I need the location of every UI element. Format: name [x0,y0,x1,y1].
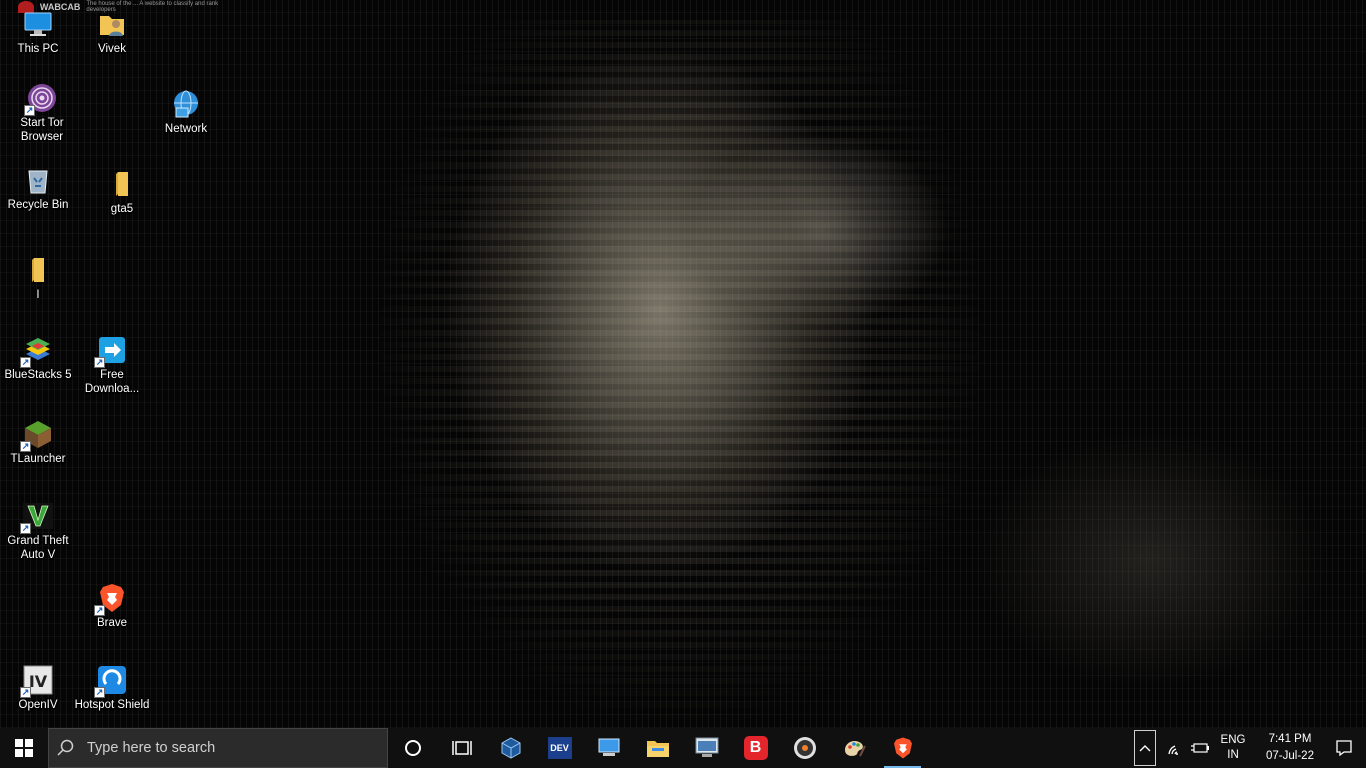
bandicam-icon: B [743,736,768,760]
hotspot-shield-icon: ↗ [94,664,128,698]
desktop-icon-recycle-bin[interactable]: Recycle Bin [0,164,76,212]
shortcut-arrow-icon: ↗ [20,687,31,698]
battery-plug-icon [1191,743,1209,753]
clock-time: 7:41 PM [1268,733,1312,745]
icon-label: Vivek [98,43,126,55]
icon-label: TLauncher [10,453,66,465]
icon-label: BlueStacks 5 [4,369,72,381]
shortcut-arrow-icon: ↗ [94,687,105,698]
remote-desktop-icon [695,737,718,757]
network-icon [170,88,202,120]
icon-label: Free Downloa... [84,369,140,395]
taskbar-remote-desktop[interactable] [682,728,731,768]
tlauncher-icon: ↗ [20,418,54,452]
input-language-button[interactable]: ENG IN [1212,733,1254,763]
desktop-icon-network[interactable]: Network [148,88,224,136]
taskbar-this-pc[interactable] [584,728,633,768]
taskbar: Type here to search DEV B ENG IN 7:41 PM… [0,728,1366,768]
taskbar-file-explorer[interactable] [633,728,682,768]
network-status-button[interactable] [1164,728,1188,768]
show-hidden-icons-button[interactable] [1134,730,1156,766]
desktop-icon-bluestacks[interactable]: ↗ BlueStacks 5 [0,334,76,382]
desktop-icon-free-download-manager[interactable]: ↗ Free Downloa... [74,334,150,396]
taskbar-brave[interactable] [878,728,927,768]
system-tray: ENG IN 7:41 PM 07-Jul-22 [1134,728,1366,768]
brave-icon: ↗ [94,582,128,616]
icon-label: gta5 [110,203,134,215]
icon-label: Recycle Bin [7,199,69,211]
desktop-icon-brave[interactable]: ↗ Brave [74,582,150,630]
openiv-icon: IV ↗ [20,664,54,698]
free-download-manager-icon: ↗ [94,334,128,368]
icon-label: I [36,289,40,301]
taskbar-bandicam[interactable]: B [731,728,780,768]
brave-icon [893,737,912,759]
icon-label: Hotspot Shield [74,699,150,711]
file-explorer-icon [646,741,669,757]
icon-label: Network [164,123,208,135]
desktop-icon-gta5-folder[interactable]: gta5 [84,168,160,216]
computer-icon [598,738,619,756]
taskbar-paint[interactable] [829,728,878,768]
shortcut-arrow-icon: ↗ [20,357,31,368]
gta-v-icon: ↗ [20,500,54,534]
folder-icon [22,254,54,286]
svg-text:IV: IV [29,672,48,691]
clock-date: 07-Jul-22 [1266,750,1314,762]
wifi-icon [1168,745,1178,755]
user-folder-icon [96,8,128,40]
language-code: ENG [1220,734,1246,746]
shortcut-arrow-icon: ↗ [20,523,31,534]
tor-browser-icon: ↗ [24,82,58,116]
icon-label: Brave [96,617,128,629]
clock-button[interactable]: 7:41 PM 07-Jul-22 [1258,731,1322,765]
virtualbox-icon [501,737,520,759]
shortcut-arrow-icon: ↗ [94,605,105,616]
search-placeholder: Type here to search [87,740,216,756]
start-button[interactable] [0,728,48,768]
icon-label: Start Tor Browser [20,117,64,143]
desktop-icon-hotspot-shield[interactable]: ↗ Hotspot Shield [74,664,150,712]
chevron-up-icon [1139,745,1151,752]
paint-icon [844,740,866,757]
notification-icon [1336,740,1352,757]
action-center-button[interactable] [1322,728,1366,768]
desktop-icon-tor-browser[interactable]: ↗ Start Tor Browser [4,82,80,144]
shortcut-arrow-icon: ↗ [94,357,105,368]
taskbar-dev-cpp[interactable]: DEV [535,728,584,768]
windows-logo-icon [15,739,33,757]
desktop-icon-i-folder[interactable]: I [0,254,76,302]
binary-face-artwork [380,20,980,720]
folder-icon [106,168,138,200]
taskbar-media-player[interactable] [780,728,829,768]
desktop-icon-this-pc[interactable]: This PC [0,8,76,56]
taskbar-task-view[interactable] [437,728,486,768]
taskbar-cortana[interactable] [388,728,437,768]
bluestacks-icon: ↗ [20,334,54,368]
shortcut-arrow-icon: ↗ [24,105,35,116]
desktop-icon-gta-v[interactable]: ↗ Grand Theft Auto V [0,500,76,562]
icon-label: Grand Theft Auto V [7,535,69,561]
shortcut-arrow-icon: ↗ [20,441,31,452]
language-region: IN [1227,749,1239,761]
search-icon [57,739,74,756]
battery-status-button[interactable] [1188,728,1212,768]
this-pc-icon [22,8,54,40]
desktop-icon-openiv[interactable]: IV ↗ OpenIV [0,664,76,712]
dev-cpp-icon: DEV [547,737,572,759]
taskbar-search-box[interactable]: Type here to search [48,728,388,768]
desktop-icon-vivek[interactable]: Vivek [74,8,150,56]
taskbar-virtualbox[interactable] [486,728,535,768]
icon-label: This PC [17,43,59,55]
cortana-icon [404,740,421,756]
media-player-icon [793,737,816,759]
task-view-icon [451,741,472,755]
icon-label: OpenIV [18,699,58,711]
recycle-bin-icon [22,164,54,196]
desktop-icon-tlauncher[interactable]: ↗ TLauncher [0,418,76,466]
